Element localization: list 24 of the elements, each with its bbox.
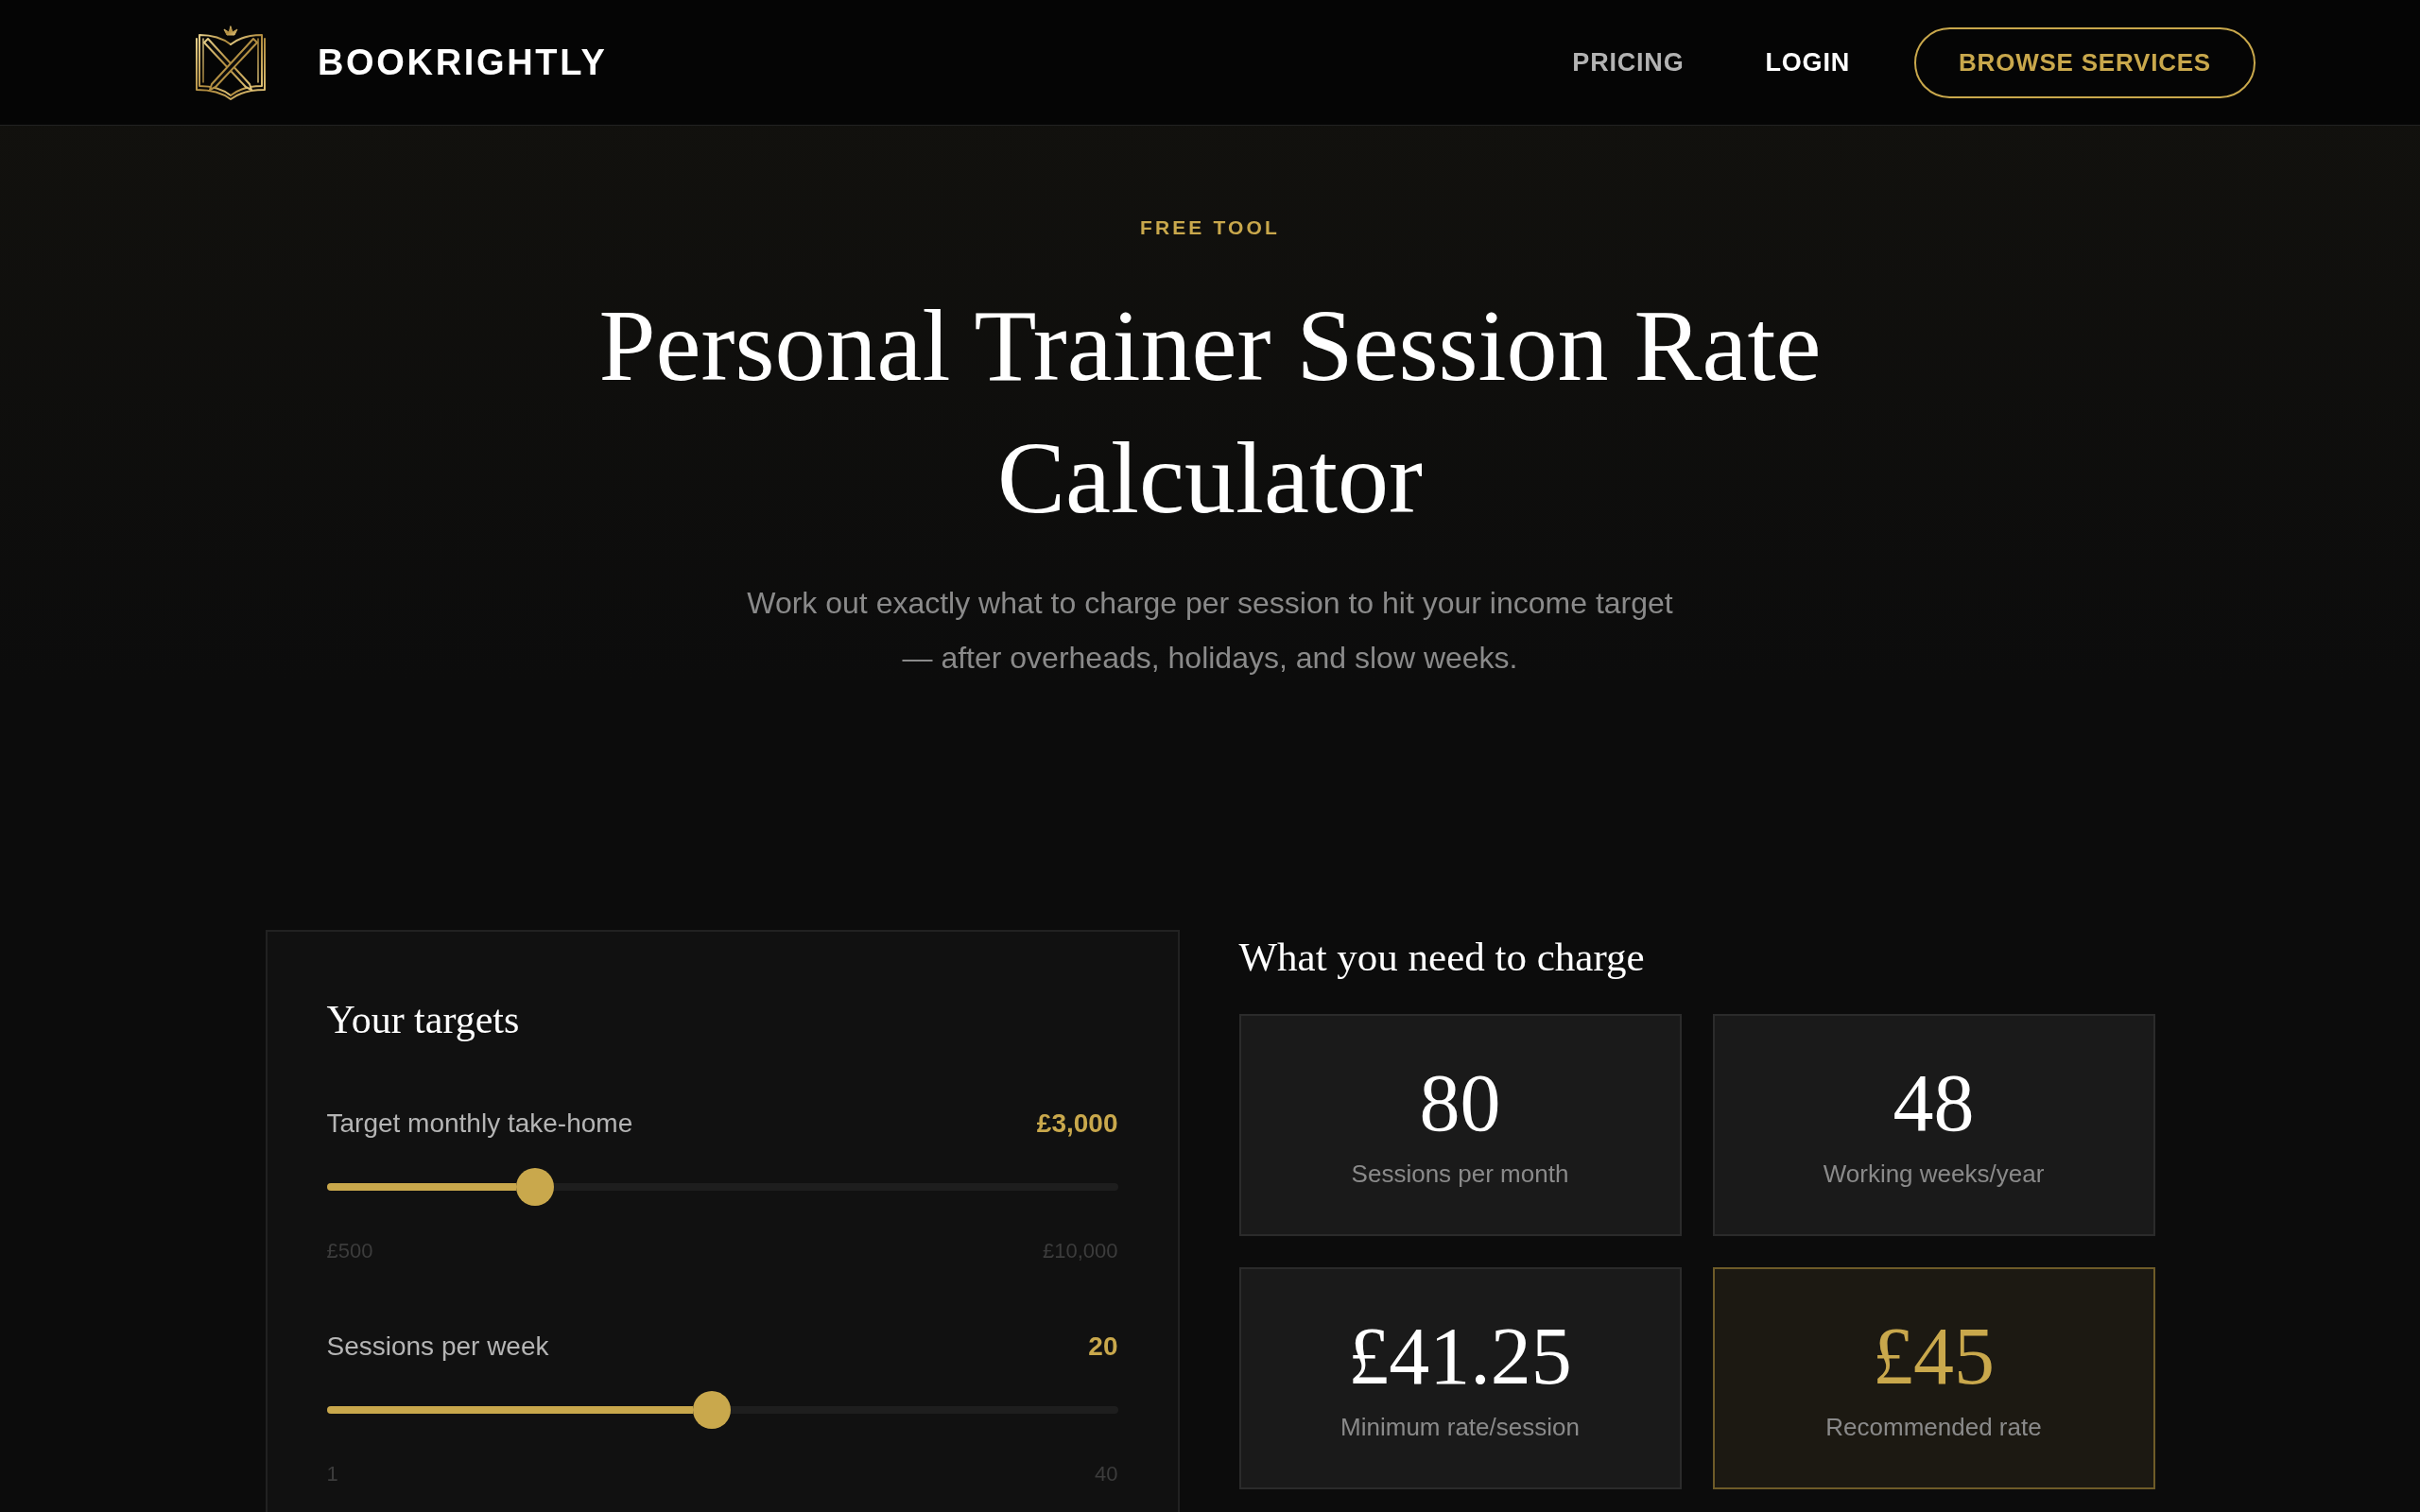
slider-thumb[interactable] <box>515 1168 554 1206</box>
card-title: Your targets <box>326 997 520 1043</box>
stat-value: £45 <box>1873 1314 1995 1397</box>
slider-thumb[interactable] <box>693 1391 732 1429</box>
nav-link[interactable]: PRICING <box>1572 43 1685 82</box>
stat-label: Working weeks/year <box>1823 1158 2045 1189</box>
slider-value: 20 <box>1088 1331 1118 1363</box>
nav-link[interactable]: LOGIN <box>1765 43 1851 82</box>
stat-value: 48 <box>1893 1061 1975 1143</box>
page-subtitle: Work out exactly what to charge per session to hit your income target — after overheads, holidays, and slow weeks. <box>746 585 1674 677</box>
brand-name[interactable]: BOOKRIGHTLY <box>318 35 608 90</box>
browse-services-button[interactable]: BROWSE SERVICES <box>1914 26 2256 98</box>
stat-label: Recommended rate <box>1825 1411 2042 1442</box>
slider-value: £3,000 <box>1036 1108 1118 1140</box>
stat-label: Minimum rate/session <box>1340 1411 1580 1442</box>
eyebrow-label: FREE TOOL <box>1139 216 1281 239</box>
stat-value: 80 <box>1419 1061 1501 1143</box>
page-title: Personal Trainer Session Rate Calculator <box>597 288 1823 536</box>
slider-label: Target monthly take-home <box>326 1108 633 1140</box>
book-crossed-pens-logo-icon <box>195 24 267 101</box>
section-title: What you need to charge <box>1238 934 1645 981</box>
stat-label: Sessions per month <box>1351 1158 1569 1189</box>
slider-label: Sessions per week <box>326 1331 549 1363</box>
stat-value: £41.25 <box>1348 1314 1572 1397</box>
